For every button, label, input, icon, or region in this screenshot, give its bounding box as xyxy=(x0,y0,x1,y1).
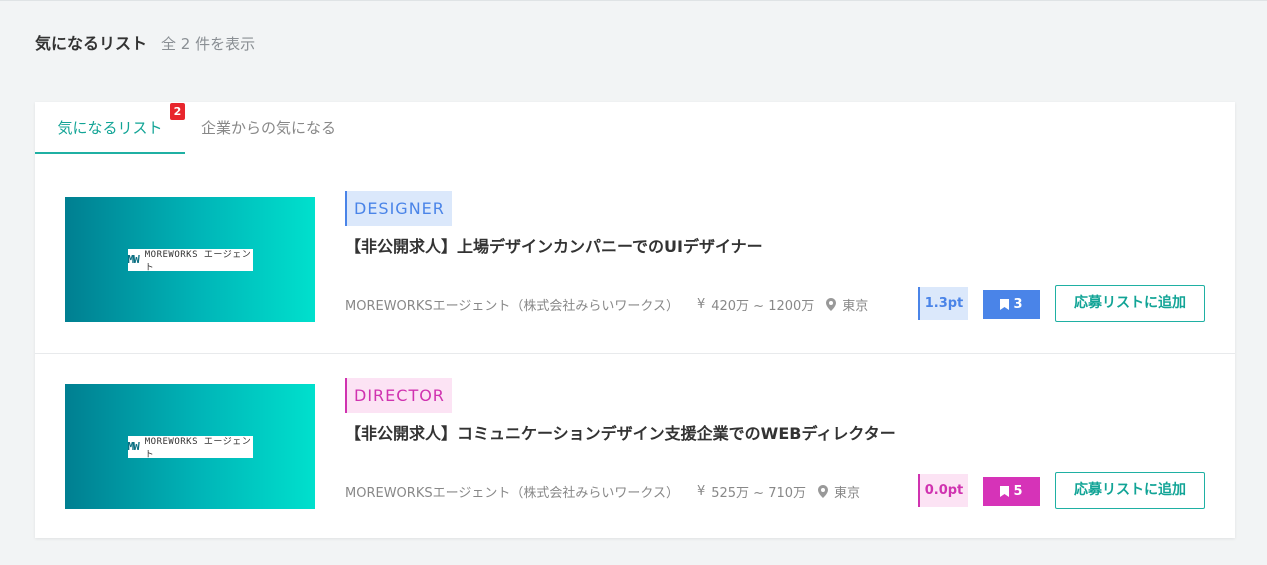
points-badge: 0.0pt xyxy=(918,474,968,507)
map-pin-icon xyxy=(818,485,829,498)
location: 東京 xyxy=(834,486,861,501)
bookmark-icon xyxy=(1000,486,1010,497)
yen-icon: ¥ xyxy=(696,484,706,499)
logo-mark: MW xyxy=(127,253,140,266)
job-card[interactable]: MW MOREWORKS エージェント DIRECTOR 【非公開求人】コミュニ… xyxy=(35,353,1235,539)
tab-company-favorites[interactable]: 企業からの気になる xyxy=(201,102,336,154)
location: 東京 xyxy=(842,299,869,314)
yen-icon: ¥ xyxy=(696,297,706,312)
add-to-apply-list-button[interactable]: 応募リストに追加 xyxy=(1055,472,1205,509)
tab-label: 気になるリスト xyxy=(57,119,163,137)
tab-favorites[interactable]: 気になるリスト 2 xyxy=(35,102,185,154)
tab-count-badge: 2 xyxy=(170,103,185,120)
logo-text: MOREWORKS エージェント xyxy=(144,249,252,273)
bookmark-count-button[interactable]: 5 xyxy=(983,477,1040,506)
job-title[interactable]: 【非公開求人】上場デザインカンパニーでのUIデザイナー xyxy=(345,233,763,257)
category-tag: DIRECTOR xyxy=(345,378,452,413)
page-title: 気になるリスト xyxy=(35,34,148,53)
result-count: 全 2 件を表示 xyxy=(161,35,256,53)
company-logo: MW MOREWORKS エージェント xyxy=(127,435,253,460)
job-thumbnail[interactable]: MW MOREWORKS エージェント xyxy=(65,197,315,322)
bookmark-icon xyxy=(1000,299,1010,310)
add-to-apply-list-button[interactable]: 応募リストに追加 xyxy=(1055,285,1205,322)
category-tag: DESIGNER xyxy=(345,191,452,226)
job-meta: MOREWORKSエージェント（株式会社みらいワークス） ¥ 525万 ~ 71… xyxy=(345,482,860,501)
tab-bar: 気になるリスト 2 企業からの気になる xyxy=(35,102,1235,154)
map-pin-icon xyxy=(826,298,837,311)
bookmark-count: 5 xyxy=(1013,484,1023,499)
company-logo: MW MOREWORKS エージェント xyxy=(127,248,253,273)
page-header: 気になるリスト 全 2 件を表示 xyxy=(35,30,255,54)
salary-range: 525万 ~ 710万 xyxy=(711,486,807,501)
company-name: MOREWORKSエージェント（株式会社みらいワークス） xyxy=(345,299,679,314)
bookmark-count: 3 xyxy=(1013,297,1023,312)
company-name: MOREWORKSエージェント（株式会社みらいワークス） xyxy=(345,486,679,501)
job-card[interactable]: MW MOREWORKS エージェント DESIGNER 【非公開求人】上場デザ… xyxy=(35,167,1235,353)
points-badge: 1.3pt xyxy=(918,287,968,320)
job-thumbnail[interactable]: MW MOREWORKS エージェント xyxy=(65,384,315,509)
bookmark-count-button[interactable]: 3 xyxy=(983,290,1040,319)
favorites-panel: 気になるリスト 2 企業からの気になる MW MOREWORKS エージェント … xyxy=(35,102,1235,538)
logo-text: MOREWORKS エージェント xyxy=(144,436,252,460)
logo-mark: MW xyxy=(127,440,140,453)
job-title[interactable]: 【非公開求人】コミュニケーションデザイン支援企業でのWEBディレクター xyxy=(345,420,896,444)
job-meta: MOREWORKSエージェント（株式会社みらいワークス） ¥ 420万 ~ 12… xyxy=(345,295,868,314)
salary-range: 420万 ~ 1200万 xyxy=(711,299,815,314)
